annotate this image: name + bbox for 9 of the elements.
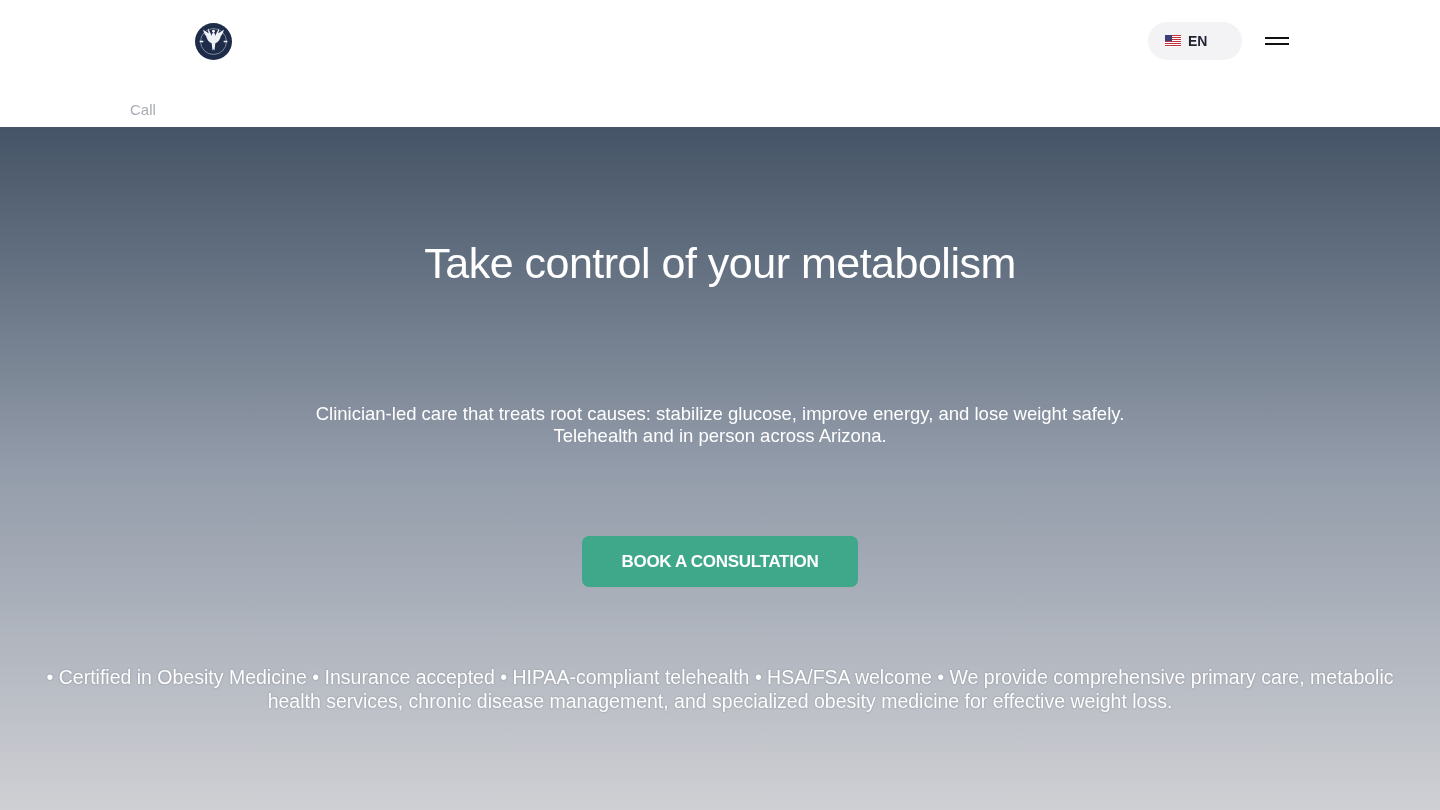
hero-title: Take control of your metabolism (424, 238, 1016, 289)
book-consultation-button[interactable]: BOOK A CONSULTATION (582, 536, 858, 587)
menu-icon (1265, 37, 1289, 45)
bird-emblem-logo[interactable] (195, 22, 232, 60)
language-button[interactable]: EN (1148, 22, 1242, 60)
us-flag-icon (1165, 35, 1181, 47)
call-link[interactable]: Call (130, 101, 156, 118)
features-text: • Certified in Obesity Medicine • Insurance accepted • HIPAA-compliant telehealth • HSA/FSA welcome • We provide comprehensive primary care, metabolic health services, chronic disease management, and specialized obesity medicine for effective weight loss. (45, 665, 1395, 713)
hero-subtitle: Clinician-led care that treats root causes: stabilize glucose, improve energy, and lose weight safely. Telehealth and in person across Arizona. (315, 403, 1125, 447)
